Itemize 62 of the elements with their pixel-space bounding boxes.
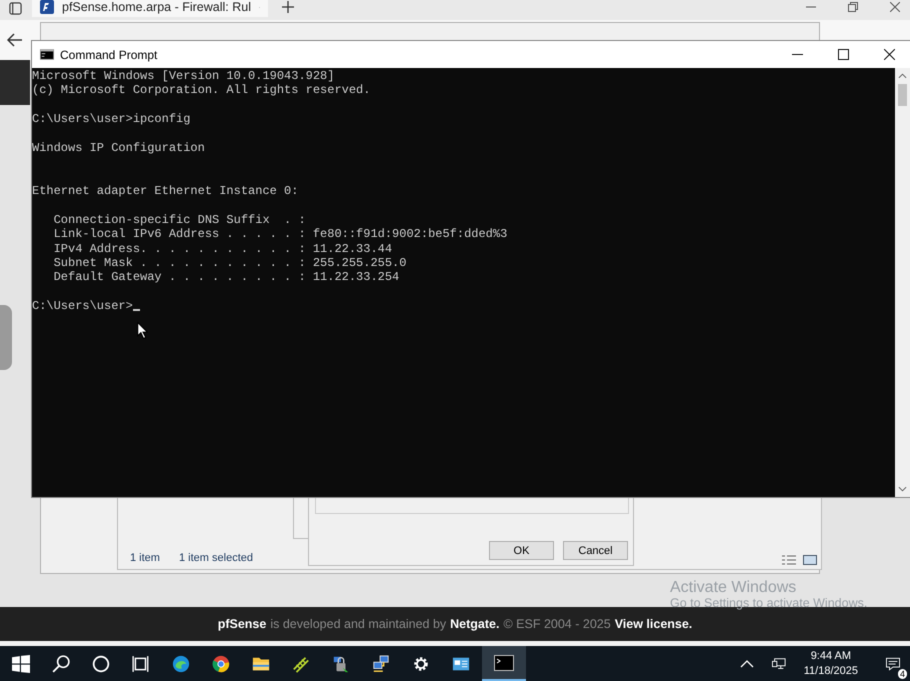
- back-icon[interactable]: [7, 33, 23, 47]
- network-icon[interactable]: [772, 656, 786, 670]
- lock-icon[interactable]: [332, 654, 350, 672]
- console-line: (c) Microsoft Corporation. All rights reserved.: [32, 83, 372, 98]
- ladder-icon[interactable]: [292, 654, 310, 672]
- control-panel-icon[interactable]: [452, 654, 470, 672]
- folder-icon[interactable]: [252, 654, 270, 672]
- clock[interactable]: 9:44 AM 11/18/2025: [804, 648, 858, 678]
- notification-icon: [886, 656, 900, 670]
- text-cursor: [132, 309, 140, 312]
- scroll-up-icon[interactable]: [898, 73, 907, 79]
- tab-actions-icon[interactable]: [9, 2, 22, 15]
- scroll-thumb[interactable]: [898, 84, 907, 106]
- company-text: Netgate.: [450, 616, 500, 630]
- console-line: Windows IP Configuration: [32, 140, 206, 156]
- notification-count: 4: [898, 668, 907, 678]
- chrome-icon[interactable]: [212, 654, 230, 672]
- dark-panel: [0, 60, 30, 105]
- cortana-icon[interactable]: [92, 654, 110, 672]
- mouse-pointer-icon: [137, 322, 148, 339]
- license-link[interactable]: View license.: [614, 616, 692, 630]
- console-line: Default Gateway . . . . . . . . . : 11.22.33.254: [52, 270, 400, 285]
- scrollbar[interactable]: [895, 68, 910, 497]
- brand-text: pfSense: [218, 616, 266, 630]
- console-line: Connection-specific DNS Suffix . :: [52, 212, 307, 228]
- restore-icon[interactable]: [848, 2, 858, 12]
- footer-text: is developed and maintained by: [270, 616, 446, 630]
- window-title: Command Prompt: [60, 48, 158, 62]
- command-prompt: C:\Users\user>: [32, 299, 133, 314]
- cancel-button[interactable]: Cancel: [563, 541, 628, 560]
- console-line: Ethernet adapter Ethernet Instance 0:: [32, 184, 300, 199]
- settings-icon[interactable]: [412, 654, 430, 672]
- item-count: 1 item: [130, 552, 160, 564]
- console-icon: [40, 49, 54, 60]
- search-icon[interactable]: [52, 654, 70, 672]
- selection-count: 1 item selected: [179, 552, 253, 564]
- console-line: IPv4 Address. . . . . . . . . . . : 11.22.33.44: [52, 242, 394, 256]
- scroll-down-icon[interactable]: [898, 486, 907, 492]
- notification-button[interactable]: 4: [876, 648, 910, 678]
- date-text: 11/18/2025: [804, 664, 858, 678]
- command-prompt-taskbar-button[interactable]: [482, 646, 526, 681]
- start-icon[interactable]: [12, 654, 30, 672]
- console-line: Link-local IPv6 Address . . . . . : fe80::f91d:9002:be5f:dded%3: [52, 227, 508, 242]
- network-computers-icon[interactable]: [372, 654, 390, 672]
- details-view-icon[interactable]: [782, 555, 796, 565]
- activation-hint: Go to Settings to activate Windows.: [670, 596, 868, 610]
- large-icons-view-icon[interactable]: [803, 555, 817, 565]
- console-line: Subnet Mask . . . . . . . . . . . : 255.255.255.0: [52, 256, 408, 270]
- edge-icon[interactable]: [172, 654, 190, 672]
- console-line: Microsoft Windows [Version 10.0.19043.928]: [32, 69, 336, 84]
- ok-button[interactable]: OK: [489, 541, 554, 560]
- browser-tab[interactable]: pfSense.home.arpa - Firewall: Rul: [32, 0, 268, 17]
- maximize-icon[interactable]: [838, 49, 849, 60]
- console-icon: [494, 654, 514, 670]
- task-view-icon[interactable]: [132, 654, 150, 672]
- copyright-text: © ESF 2004 - 2025: [503, 616, 611, 630]
- console-line: C:\Users\user>ipconfig: [32, 112, 192, 127]
- new-tab-icon[interactable]: [282, 1, 294, 13]
- time-text: 9:44 AM: [810, 648, 852, 664]
- activation-title: Activate Windows: [670, 578, 798, 597]
- site-icon: [40, 0, 54, 14]
- side-panel-handle[interactable]: [0, 305, 12, 370]
